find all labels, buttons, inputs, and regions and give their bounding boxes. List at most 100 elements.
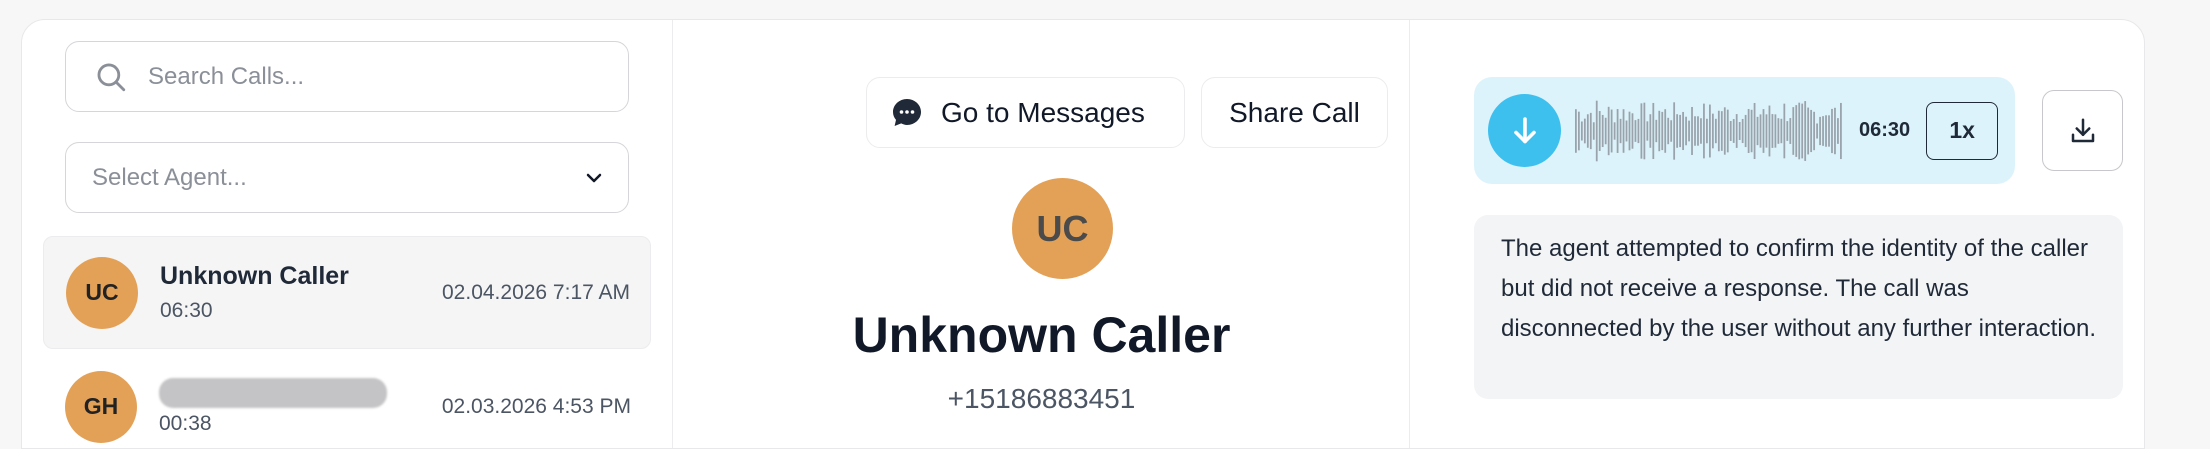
call-details-card: Select Agent... UC Unknown Caller 06:30 … xyxy=(21,19,2145,449)
waveform[interactable] xyxy=(1575,96,1843,166)
waveform-bar xyxy=(1786,120,1789,141)
waveform-bar xyxy=(1586,113,1589,148)
go-to-messages-button[interactable]: Go to Messages xyxy=(866,77,1185,148)
search-calls-box[interactable] xyxy=(65,41,629,112)
waveform-bar xyxy=(1658,110,1661,151)
waveform-bar xyxy=(1661,111,1664,150)
waveform-bar xyxy=(1813,111,1816,150)
share-call-label: Share Call xyxy=(1229,96,1360,128)
waveform-bar xyxy=(1777,117,1780,144)
call-duration: 00:38 xyxy=(159,411,212,435)
waveform-bar xyxy=(1807,107,1810,154)
go-to-messages-label: Go to Messages xyxy=(941,96,1145,128)
waveform-bar xyxy=(1801,103,1804,158)
chevron-down-icon xyxy=(586,173,602,182)
waveform-bar xyxy=(1726,109,1729,152)
share-call-button[interactable]: Share Call xyxy=(1201,77,1388,148)
waveform-bar xyxy=(1735,113,1738,148)
waveform-bar xyxy=(1643,102,1646,159)
caller-avatar: GH xyxy=(65,370,137,443)
waveform-bar xyxy=(1640,102,1643,159)
waveform-bar xyxy=(1825,114,1827,147)
waveform-bar xyxy=(1765,113,1768,148)
waveform-bar xyxy=(1622,108,1625,153)
waveform-bar xyxy=(1700,117,1702,144)
waveform-bar xyxy=(1762,108,1765,153)
audio-player: 06:30 1x xyxy=(1474,77,2015,184)
waveform-bar xyxy=(1583,118,1586,143)
download-button[interactable] xyxy=(2042,90,2123,171)
waveform-bar xyxy=(1819,116,1821,145)
waveform-bar xyxy=(1628,111,1631,150)
waveform-bar xyxy=(1607,106,1610,155)
call-list-item[interactable]: GH 00:38 02.03.2026 4:53 PM xyxy=(43,350,651,448)
waveform-bar xyxy=(1688,120,1690,141)
waveform-bar xyxy=(1756,116,1759,145)
caller-detail-panel: Go to Messages Share Call UC Unknown Cal… xyxy=(673,20,1410,448)
waveform-bar xyxy=(1723,106,1726,155)
waveform-bar xyxy=(1682,111,1684,150)
caller-name: Unknown Caller xyxy=(160,262,349,290)
waveform-bar xyxy=(1595,100,1598,161)
call-date: 02.03.2026 4:53 PM xyxy=(441,394,631,418)
waveform-bar xyxy=(1667,117,1670,144)
waveform-bar xyxy=(1741,118,1744,143)
waveform-bar xyxy=(1795,104,1798,157)
waveform-bar xyxy=(1676,113,1679,148)
waveform-bar xyxy=(1691,106,1693,155)
waveform-bar xyxy=(1744,114,1747,147)
waveform-bar xyxy=(1810,109,1813,152)
waveform-bar xyxy=(1670,119,1673,142)
waveform-bar xyxy=(1706,118,1708,143)
call-duration: 06:30 xyxy=(160,299,213,322)
waveform-bar xyxy=(1580,120,1583,141)
redacted-caller-name xyxy=(159,377,387,408)
waveform-bar xyxy=(1575,108,1577,153)
waveform-bar xyxy=(1840,102,1842,159)
waveform-bar xyxy=(1634,119,1637,142)
call-list-item[interactable]: UC Unknown Caller 06:30 02.04.2026 7:17 … xyxy=(43,236,651,349)
waveform-bar xyxy=(1601,114,1604,147)
waveform-bar xyxy=(1768,105,1771,156)
waveform-bar xyxy=(1771,113,1774,148)
waveform-bar xyxy=(1798,102,1801,159)
waveform-bar xyxy=(1720,110,1723,151)
waveform-bar xyxy=(1837,117,1839,144)
play-button[interactable] xyxy=(1488,94,1561,167)
waveform-bar xyxy=(1774,113,1777,148)
call-summary: The agent attempted to confirm the ident… xyxy=(1474,215,2123,399)
waveform-bar xyxy=(1655,119,1658,142)
waveform-bar xyxy=(1649,113,1652,148)
search-icon xyxy=(97,63,126,91)
waveform-bar xyxy=(1711,113,1714,148)
waveform-bar xyxy=(1831,108,1833,153)
waveform-bar xyxy=(1673,101,1676,160)
waveform-bar xyxy=(1616,108,1619,153)
waveform-bar xyxy=(1738,121,1741,140)
waveform-bar xyxy=(1717,110,1720,151)
waveform-bar xyxy=(1631,112,1634,149)
caller-phone-number: +15186883451 xyxy=(947,383,1136,414)
download-icon xyxy=(2071,118,2094,142)
waveform-bar xyxy=(1759,113,1762,148)
waveform-bar xyxy=(1604,117,1607,144)
waveform-bar xyxy=(1589,112,1592,149)
recording-duration: 06:30 xyxy=(1859,119,1911,141)
waveform-bar xyxy=(1592,121,1595,140)
playback-speed-button[interactable]: 1x xyxy=(1926,101,1999,160)
waveform-bar xyxy=(1783,103,1786,158)
waveform-bar xyxy=(1697,115,1699,146)
waveform-bar xyxy=(1792,106,1795,155)
waveform-bar xyxy=(1703,103,1705,158)
caller-avatar-large: UC xyxy=(1012,178,1113,279)
waveform-bar xyxy=(1652,102,1655,159)
agent-select[interactable]: Select Agent... xyxy=(65,142,629,213)
waveform-bar xyxy=(1598,110,1601,151)
caller-avatar: UC xyxy=(66,256,138,329)
search-calls-input[interactable] xyxy=(148,62,588,91)
caller-name-heading: Unknown Caller xyxy=(852,307,1231,363)
waveform-bar xyxy=(1664,108,1667,153)
waveform-bar xyxy=(1613,121,1616,140)
waveform-bar xyxy=(1750,109,1753,152)
waveform-bar xyxy=(1780,118,1783,143)
